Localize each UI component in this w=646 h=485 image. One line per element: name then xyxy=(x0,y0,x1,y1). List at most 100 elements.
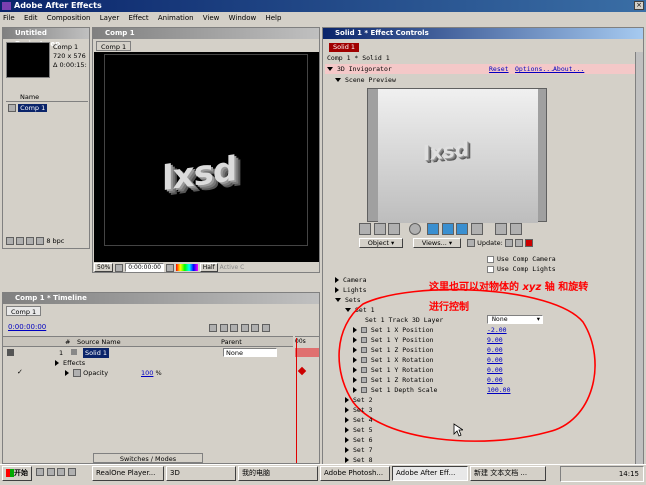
taskbar-item-notepad[interactable]: 新建 文本文档 ... xyxy=(470,466,546,481)
views-dropdown[interactable]: Views... ▾ xyxy=(413,238,461,248)
param-value[interactable]: 9.00 xyxy=(487,336,503,344)
param-row[interactable]: Set 1 Depth Scale 100.00 xyxy=(353,386,593,394)
param-row[interactable]: Set 1 Y Rotation 0.00 xyxy=(353,366,593,374)
param-value[interactable]: 0.00 xyxy=(487,346,503,354)
use-comp-lights-checkbox[interactable]: Use Comp Lights xyxy=(487,265,556,273)
project-column-header[interactable]: Name xyxy=(6,92,88,102)
timeline-tab[interactable]: Comp 1 xyxy=(6,306,42,316)
menu-edit[interactable]: Edit xyxy=(24,14,38,22)
options-link[interactable]: Options... xyxy=(515,64,554,74)
menu-help[interactable]: Help xyxy=(265,14,281,22)
stopwatch-icon[interactable] xyxy=(361,387,367,393)
taskbar-item-realone[interactable]: RealOne Player... xyxy=(92,466,164,481)
set-group[interactable]: Set 3 xyxy=(345,406,373,414)
arrow-tool-icon[interactable] xyxy=(495,223,508,235)
layer-duration-bar[interactable] xyxy=(295,348,319,357)
move-tool-icon[interactable] xyxy=(359,223,371,235)
ie-icon[interactable] xyxy=(36,467,44,476)
pan-icon[interactable] xyxy=(441,223,454,235)
update-auto-icon[interactable] xyxy=(504,239,513,247)
opacity-value[interactable]: 100 % xyxy=(141,369,162,377)
menu-animation[interactable]: Animation xyxy=(158,14,194,22)
snapshot-icon[interactable] xyxy=(165,263,174,272)
object-dropdown[interactable]: Object ▾ xyxy=(359,238,403,248)
menu-layer[interactable]: Layer xyxy=(100,14,120,22)
motion-blur-icon[interactable] xyxy=(251,323,260,332)
col-parent[interactable]: Parent xyxy=(221,337,242,347)
current-time-indicator[interactable] xyxy=(296,338,297,463)
param-row[interactable]: Set 1 Y Position 9.00 xyxy=(353,336,593,344)
graph-icon[interactable] xyxy=(261,323,270,332)
find-icon[interactable] xyxy=(6,237,14,245)
comp-timecode[interactable]: 0:00:00:00 xyxy=(125,263,164,272)
scene-preview-viewport[interactable]: lxsd xyxy=(367,88,547,223)
scene-preview-row[interactable]: Scene Preview xyxy=(335,76,396,84)
param-row[interactable]: Set 1 X Rotation 0.00 xyxy=(353,356,593,364)
draft3d-icon[interactable] xyxy=(219,323,228,332)
keyframe-icon[interactable] xyxy=(297,366,307,376)
trash-icon[interactable] xyxy=(36,237,45,245)
about-link[interactable]: About... xyxy=(553,64,584,74)
help-icon[interactable] xyxy=(467,239,475,247)
menu-file[interactable]: File xyxy=(3,14,15,22)
opacity-checkmark[interactable]: ✓ xyxy=(17,368,23,376)
comp-tab[interactable]: Comp 1 xyxy=(96,41,132,51)
orbit-icon[interactable] xyxy=(456,223,469,235)
menu-composition[interactable]: Composition xyxy=(47,14,91,22)
update-manual-icon[interactable] xyxy=(514,239,523,247)
param-value[interactable]: 0.00 xyxy=(487,366,503,374)
parent-dropdown[interactable]: None xyxy=(223,348,277,357)
desktop-icon[interactable] xyxy=(67,467,76,476)
menu-effect[interactable]: Effect xyxy=(128,14,148,22)
close-icon[interactable]: × xyxy=(634,1,644,10)
taskbar-item-aftereffects[interactable]: Adobe After Eff... xyxy=(392,466,468,481)
stopwatch-icon[interactable] xyxy=(361,347,367,353)
effect-controls-tab[interactable]: Solid 1 xyxy=(329,43,360,52)
comp-viewer[interactable]: lxsd xyxy=(94,52,319,262)
reset-link[interactable]: Reset xyxy=(489,64,509,74)
folder-icon[interactable] xyxy=(16,237,25,245)
set-group[interactable]: Set 4 xyxy=(345,416,373,424)
param-value[interactable]: 0.00 xyxy=(487,376,503,384)
effect-controls-scrollbar[interactable] xyxy=(635,52,643,464)
layer-name[interactable]: Solid 1 xyxy=(83,348,110,358)
set-group[interactable]: Set 2 xyxy=(345,396,373,404)
zoom-dropdown[interactable]: 50% xyxy=(94,263,114,272)
stopwatch-icon[interactable] xyxy=(361,337,367,343)
resolution-dropdown[interactable]: Half xyxy=(199,263,218,272)
time-ruler[interactable]: 00s xyxy=(295,336,319,347)
menu-window[interactable]: Window xyxy=(229,14,257,22)
sphere-icon[interactable] xyxy=(408,223,421,235)
layer-row[interactable]: 1 Solid 1 None xyxy=(3,348,293,358)
param-row[interactable]: Set 1 Z Position 0.00 xyxy=(353,346,593,354)
set-group[interactable]: Set 8 xyxy=(345,456,373,464)
shy-icon[interactable] xyxy=(230,323,239,332)
project-item-row[interactable]: Comp 1 xyxy=(6,103,88,113)
dolly-icon[interactable] xyxy=(470,223,483,235)
set-group[interactable]: Set 5 xyxy=(345,426,373,434)
param-row[interactable]: Set 1 X Position -2.00 xyxy=(353,326,593,334)
set-group[interactable]: Set 6 xyxy=(345,436,373,444)
email-icon[interactable] xyxy=(46,467,55,476)
menu-view[interactable]: View xyxy=(203,14,220,22)
switches-modes-toggle[interactable]: Switches / Modes xyxy=(93,453,203,463)
effects-row[interactable]: Effects xyxy=(55,359,85,367)
stopwatch-icon[interactable] xyxy=(73,369,81,377)
bpc-label[interactable]: 8 bpc xyxy=(46,237,64,245)
media-icon[interactable] xyxy=(57,467,66,476)
stopwatch-icon[interactable] xyxy=(361,377,367,383)
param-row[interactable]: Set 1 Z Rotation 0.00 xyxy=(353,376,593,384)
param-value[interactable]: 0.00 xyxy=(487,356,503,364)
camera-dropdown[interactable]: Active C xyxy=(220,264,245,271)
taskbar-item-photoshop[interactable]: Adobe Photosh... xyxy=(320,466,390,481)
comp-marker-icon[interactable] xyxy=(209,323,217,332)
rotate-icon[interactable] xyxy=(427,223,440,235)
eye-icon[interactable] xyxy=(7,349,14,356)
new-comp-icon[interactable] xyxy=(26,237,35,245)
taskbar-item-3d[interactable]: 3D xyxy=(166,466,236,481)
channel-icon[interactable] xyxy=(175,264,198,271)
stopwatch-icon[interactable] xyxy=(361,327,367,333)
timeline-timecode[interactable]: 0:00:00:00 xyxy=(8,323,46,331)
taskbar-item-mycomputer[interactable]: 我的电脑 xyxy=(238,466,318,481)
light-tool-icon[interactable] xyxy=(373,223,386,235)
